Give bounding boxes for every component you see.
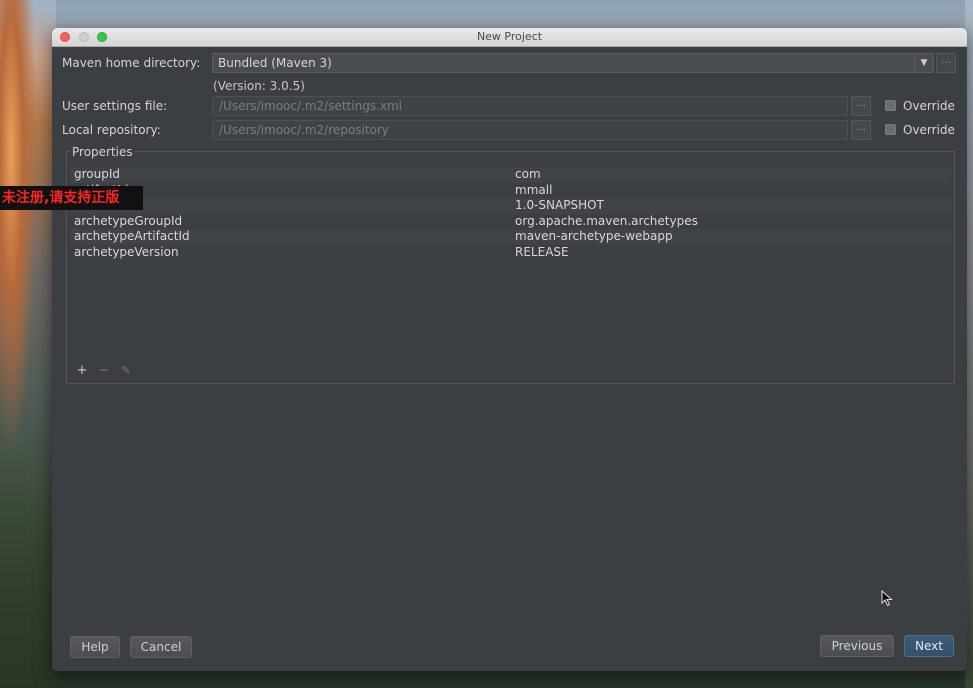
desktop-background-left <box>0 0 56 688</box>
local-repository-override-checkbox[interactable] <box>885 124 896 135</box>
properties-legend: Properties <box>70 145 135 159</box>
property-key: archetypeGroupId <box>74 213 183 228</box>
title-bar[interactable]: New Project <box>52 28 967 47</box>
table-row[interactable]: archetypeArtifactId maven-archetype-weba… <box>70 229 951 245</box>
local-repository-field[interactable]: /Users/imooc/.m2/repository <box>212 120 848 140</box>
maven-home-label: Maven home directory: <box>62 56 201 70</box>
properties-panel: groupId com artifactId mmall version 1.0… <box>66 151 955 384</box>
mouse-cursor-icon <box>881 590 893 607</box>
window-title: New Project <box>476 30 543 43</box>
help-button[interactable]: Help <box>70 636 120 658</box>
property-key: archetypeArtifactId <box>74 229 190 243</box>
next-button[interactable]: Next <box>904 635 954 657</box>
unregistered-watermark: 未注册,请支持正版 <box>0 186 143 210</box>
maven-home-browse-button[interactable]: ... <box>936 53 956 73</box>
table-row[interactable]: version 1.0-SNAPSHOT <box>70 198 951 214</box>
local-repository-label: Local repository: <box>62 123 161 137</box>
user-settings-field[interactable]: /Users/imooc/.m2/settings.xml <box>212 96 848 116</box>
dropdown-arrow-icon[interactable]: ▼ <box>914 54 933 72</box>
previous-button[interactable]: Previous <box>820 635 894 657</box>
property-value: mmall <box>515 182 553 197</box>
property-key: archetypeVersion <box>74 244 179 259</box>
new-project-dialog: New Project Maven home directory: Bundle… <box>52 28 967 671</box>
property-value: RELEASE <box>515 244 569 259</box>
maven-home-value: Bundled (Maven 3) <box>218 56 332 70</box>
table-row[interactable]: archetypeVersion RELEASE <box>70 245 951 261</box>
table-row[interactable]: archetypeGroupId org.apache.maven.archet… <box>70 214 951 230</box>
properties-table: groupId com artifactId mmall version 1.0… <box>70 167 951 260</box>
table-row[interactable]: artifactId mmall <box>70 183 951 199</box>
maven-home-select[interactable]: Bundled (Maven 3) ▼ <box>212 53 934 73</box>
property-value: org.apache.maven.archetypes <box>515 213 698 228</box>
edit-icon[interactable]: ✎ <box>119 364 133 378</box>
property-value: maven-archetype-webapp <box>515 229 673 243</box>
maven-version-label: (Version: 3.0.5) <box>213 79 305 93</box>
user-settings-browse-button[interactable]: ... <box>851 96 871 116</box>
remove-icon[interactable]: − <box>97 364 111 378</box>
user-settings-value: /Users/imooc/.m2/settings.xml <box>219 99 403 113</box>
property-value: com <box>515 167 541 181</box>
local-repository-value: /Users/imooc/.m2/repository <box>219 123 389 137</box>
user-settings-override-checkbox[interactable] <box>885 100 896 111</box>
local-repository-browse-button[interactable]: ... <box>851 120 871 140</box>
cancel-button[interactable]: Cancel <box>130 636 192 658</box>
local-repository-override-label[interactable]: Override <box>903 123 955 137</box>
add-icon[interactable]: + <box>75 364 89 378</box>
property-key: groupId <box>74 167 121 181</box>
property-value: 1.0-SNAPSHOT <box>515 198 604 212</box>
table-row[interactable]: groupId com <box>70 167 951 183</box>
user-settings-override-label[interactable]: Override <box>903 99 955 113</box>
user-settings-label: User settings file: <box>62 99 168 113</box>
